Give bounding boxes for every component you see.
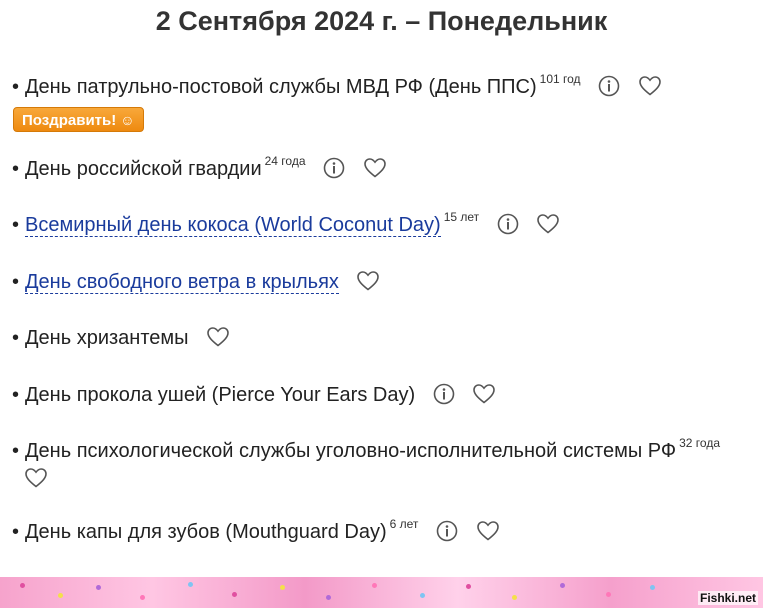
- decor-dot: [280, 585, 285, 590]
- smiling-face-icon: ☺: [120, 112, 135, 128]
- heart-icon[interactable]: [476, 520, 500, 542]
- list-item: • День российской гвардии 24 года: [12, 155, 752, 183]
- info-icon[interactable]: [497, 213, 519, 235]
- decor-dot: [512, 595, 517, 600]
- heart-icon[interactable]: [24, 467, 48, 489]
- heart-icon[interactable]: [356, 270, 380, 292]
- holiday-name: День российской гвардии: [25, 158, 262, 180]
- decor-dot: [58, 593, 63, 598]
- congratulate-button[interactable]: Поздравить! ☺: [13, 107, 144, 132]
- bullet: •: [12, 440, 20, 462]
- decor-dot: [96, 585, 101, 590]
- list-item: • День психологической службы уголовно-ис…: [12, 437, 732, 493]
- age-badge: 24 года: [264, 154, 306, 169]
- heart-icon[interactable]: [638, 75, 662, 97]
- heart-icon[interactable]: [363, 157, 387, 179]
- congratulate-label: Поздравить!: [22, 112, 117, 129]
- list-item: • День патрульно-постовой службы МВД РФ (…: [12, 73, 752, 101]
- bullet: •: [12, 327, 20, 349]
- info-icon[interactable]: [598, 75, 620, 97]
- holiday-name: День патрульно-постовой службы МВД РФ (Д…: [25, 76, 537, 98]
- decor-dot: [140, 595, 145, 600]
- heart-icon[interactable]: [536, 213, 560, 235]
- holiday-name: День хризантемы: [25, 327, 189, 349]
- bullet: •: [12, 384, 20, 406]
- bullet: •: [12, 271, 20, 293]
- holiday-name: День прокола ушей (Pierce Your Ears Day): [25, 384, 416, 406]
- decor-dot: [560, 583, 565, 588]
- decor-dot: [188, 582, 193, 587]
- list-item: • День свободного ветра в крыльях: [12, 268, 752, 296]
- age-badge: 32 года: [679, 436, 720, 451]
- decorative-border: Fishki.net: [0, 577, 763, 608]
- decor-dot: [372, 583, 377, 588]
- bullet: •: [12, 521, 20, 543]
- bullet: •: [12, 214, 20, 236]
- list-item: • Всемирный день кокоса (World Coconut Da…: [12, 211, 752, 239]
- page-title: 2 Сентября 2024 г. – Понедельник: [155, 6, 608, 36]
- holiday-name: День капы для зубов (Mouthguard Day): [25, 521, 387, 543]
- decor-dot: [20, 583, 25, 588]
- holiday-link[interactable]: Всемирный день кокоса (World Coconut Day…: [25, 214, 441, 237]
- info-icon[interactable]: [433, 383, 455, 405]
- age-badge: 101 год: [539, 72, 581, 87]
- info-icon[interactable]: [436, 520, 458, 542]
- holiday-name: День психологической службы уголовно-исп…: [25, 440, 677, 462]
- list-item: • День капы для зубов (Mouthguard Day) 6 л…: [12, 518, 752, 546]
- decor-dot: [466, 584, 471, 589]
- heart-icon[interactable]: [472, 383, 496, 405]
- heart-icon[interactable]: [206, 326, 230, 348]
- decor-dot: [420, 593, 425, 598]
- bullet: •: [12, 76, 20, 98]
- decor-dot: [606, 592, 611, 597]
- info-icon[interactable]: [323, 157, 345, 179]
- list-item: • День хризантемы: [12, 324, 752, 352]
- age-badge: 15 лет: [443, 210, 480, 225]
- decor-dot: [650, 585, 655, 590]
- decor-dot: [232, 592, 237, 597]
- bullet: •: [12, 158, 20, 180]
- age-badge: 6 лет: [389, 517, 419, 532]
- holiday-link[interactable]: День свободного ветра в крыльях: [25, 271, 339, 294]
- decor-dot: [326, 595, 331, 600]
- list-item: • День прокола ушей (Pierce Your Ears Day…: [12, 381, 752, 409]
- watermark: Fishki.net: [697, 591, 758, 605]
